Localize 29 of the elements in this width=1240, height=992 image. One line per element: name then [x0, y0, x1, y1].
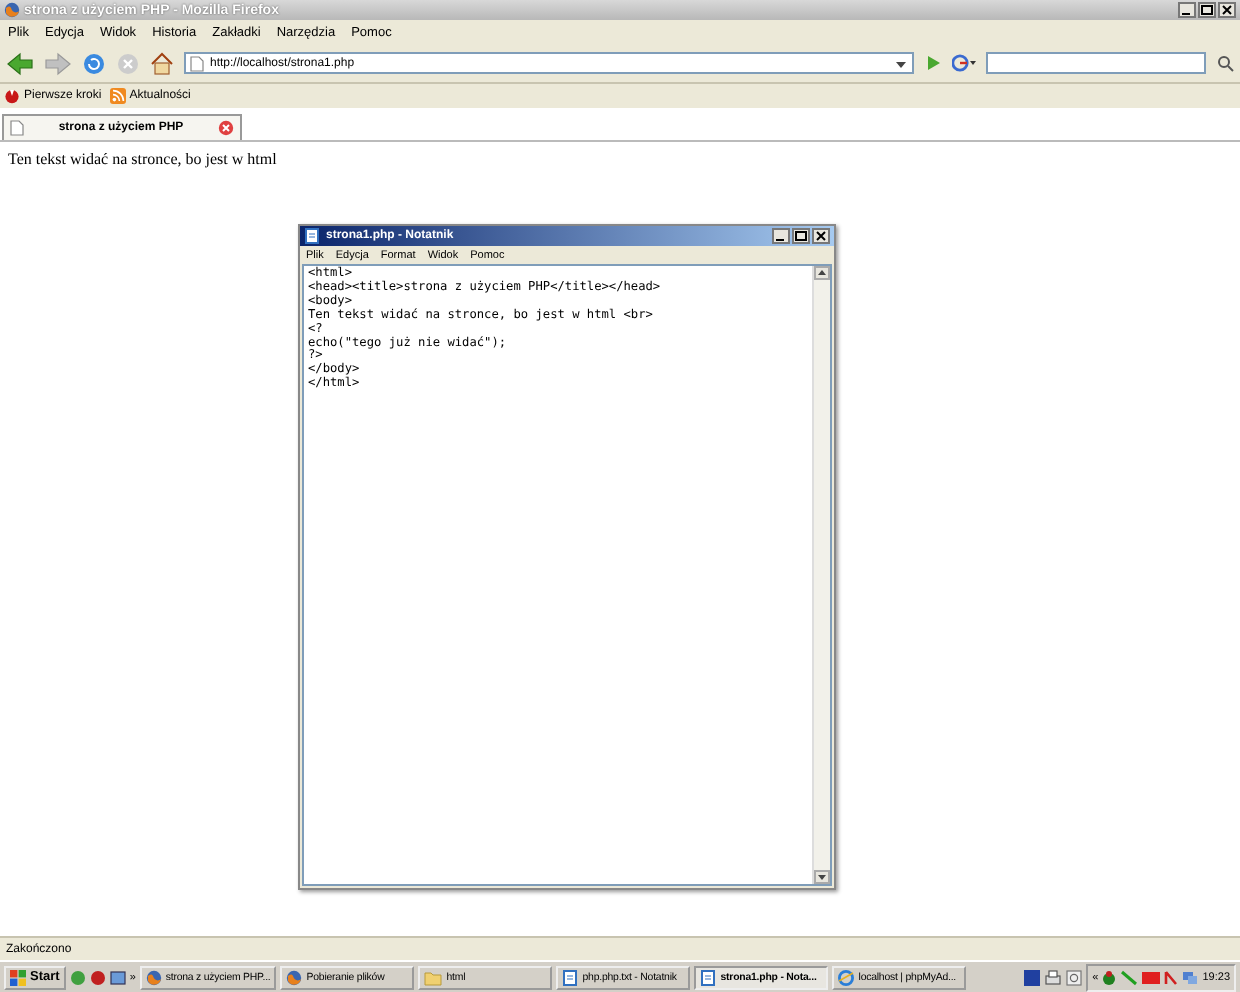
tab-close-icon[interactable] [218, 120, 234, 136]
reload-icon[interactable] [82, 51, 106, 75]
notepad-icon [304, 228, 320, 244]
maximize-icon[interactable] [1198, 2, 1216, 18]
network-icon[interactable] [1182, 969, 1199, 985]
minimize-icon[interactable] [1178, 2, 1196, 18]
maximize-icon[interactable] [792, 228, 810, 244]
go-arrow-icon[interactable] [924, 54, 942, 72]
printer-icon[interactable] [1044, 969, 1063, 985]
scrollbar[interactable] [812, 266, 830, 884]
folder-icon [424, 969, 443, 985]
page-icon [190, 55, 204, 71]
close-icon[interactable] [812, 228, 830, 244]
page-icon [10, 120, 24, 136]
search-field[interactable] [986, 52, 1206, 74]
search-icon[interactable] [1216, 54, 1234, 72]
close-icon[interactable] [1218, 2, 1236, 18]
notepad-icon [700, 969, 717, 985]
desktop-icon[interactable] [109, 969, 126, 985]
feed-icon [109, 88, 126, 104]
scroll-up-icon[interactable] [814, 266, 830, 280]
page-text: Ten tekst widać na stronce, bo jest w html [8, 150, 277, 168]
search-engine-icon[interactable] [952, 54, 976, 72]
home-icon[interactable] [150, 51, 174, 75]
back-arrow-icon[interactable] [6, 51, 34, 75]
windows-logo-icon [10, 969, 26, 985]
minimize-icon[interactable] [772, 228, 790, 244]
notepad-icon [562, 969, 579, 985]
scroll-down-icon[interactable] [814, 870, 830, 884]
